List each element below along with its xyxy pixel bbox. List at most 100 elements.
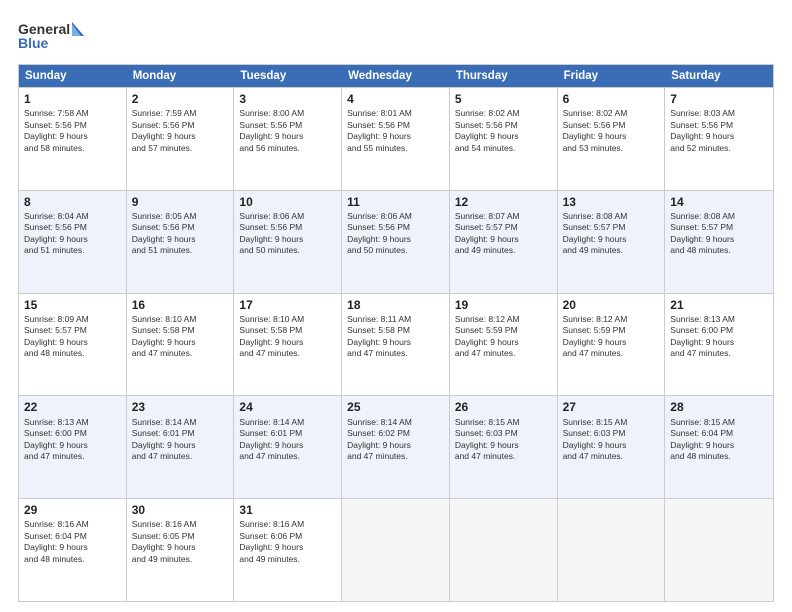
day-info-line: Sunrise: 8:06 AM [347,211,444,222]
calendar-row: 29Sunrise: 8:16 AMSunset: 6:04 PMDayligh… [19,498,773,601]
day-info-line: and 47 minutes. [563,348,660,359]
day-info-line: Daylight: 9 hours [347,131,444,142]
day-info-line: Sunset: 5:56 PM [455,120,552,131]
day-cell: 2Sunrise: 7:59 AMSunset: 5:56 PMDaylight… [127,88,235,190]
day-info-line: Sunset: 5:56 PM [132,120,229,131]
day-info-line: Daylight: 9 hours [563,234,660,245]
day-cell: 31Sunrise: 8:16 AMSunset: 6:06 PMDayligh… [234,499,342,601]
day-cell: 28Sunrise: 8:15 AMSunset: 6:04 PMDayligh… [665,396,773,498]
day-cell: 21Sunrise: 8:13 AMSunset: 6:00 PMDayligh… [665,294,773,396]
calendar-header: SundayMondayTuesdayWednesdayThursdayFrid… [19,65,773,87]
day-number: 23 [132,399,229,415]
day-info-line: and 47 minutes. [347,451,444,462]
day-info-line: and 49 minutes. [239,554,336,565]
calendar-body: 1Sunrise: 7:58 AMSunset: 5:56 PMDaylight… [19,87,773,601]
day-info-line: Sunrise: 8:03 AM [670,108,768,119]
calendar-row: 1Sunrise: 7:58 AMSunset: 5:56 PMDaylight… [19,87,773,190]
day-cell: 18Sunrise: 8:11 AMSunset: 5:58 PMDayligh… [342,294,450,396]
day-info-line: Sunrise: 8:14 AM [132,417,229,428]
day-info-line: Sunset: 5:56 PM [347,222,444,233]
day-info-line: Sunset: 5:56 PM [347,120,444,131]
day-number: 2 [132,91,229,107]
day-info-line: and 47 minutes. [132,348,229,359]
day-info-line: Sunset: 5:56 PM [239,222,336,233]
day-info-line: Sunrise: 8:15 AM [563,417,660,428]
day-number: 22 [24,399,121,415]
day-info-line: Daylight: 9 hours [670,131,768,142]
day-info-line: and 49 minutes. [455,245,552,256]
day-info-line: and 49 minutes. [132,554,229,565]
day-info-line: Daylight: 9 hours [24,440,121,451]
day-info-line: Sunrise: 8:14 AM [239,417,336,428]
day-cell: 13Sunrise: 8:08 AMSunset: 5:57 PMDayligh… [558,191,666,293]
day-info-line: Sunset: 6:01 PM [239,428,336,439]
day-info-line: and 57 minutes. [132,143,229,154]
day-cell: 15Sunrise: 8:09 AMSunset: 5:57 PMDayligh… [19,294,127,396]
day-number: 31 [239,502,336,518]
day-cell: 10Sunrise: 8:06 AMSunset: 5:56 PMDayligh… [234,191,342,293]
day-number: 20 [563,297,660,313]
day-info-line: and 56 minutes. [239,143,336,154]
day-number: 1 [24,91,121,107]
day-info-line: Sunset: 6:00 PM [24,428,121,439]
day-info-line: Daylight: 9 hours [239,337,336,348]
day-info-line: Sunset: 5:56 PM [239,120,336,131]
day-info-line: Sunrise: 8:13 AM [24,417,121,428]
day-info-line: and 50 minutes. [347,245,444,256]
day-number: 28 [670,399,768,415]
day-info-line: Sunset: 5:58 PM [132,325,229,336]
day-cell: 3Sunrise: 8:00 AMSunset: 5:56 PMDaylight… [234,88,342,190]
day-info-line: Sunrise: 8:12 AM [563,314,660,325]
day-info-line: Sunset: 6:03 PM [563,428,660,439]
day-info-line: Daylight: 9 hours [670,440,768,451]
header: GeneralBlue [18,18,774,56]
header-day: Wednesday [342,65,450,87]
day-cell: 8Sunrise: 8:04 AMSunset: 5:56 PMDaylight… [19,191,127,293]
day-cell: 17Sunrise: 8:10 AMSunset: 5:58 PMDayligh… [234,294,342,396]
day-info-line: and 47 minutes. [455,348,552,359]
day-info-line: Sunset: 6:06 PM [239,531,336,542]
day-info-line: and 54 minutes. [455,143,552,154]
empty-cell [665,499,773,601]
day-info-line: Sunrise: 8:16 AM [24,519,121,530]
day-info-line: Sunrise: 8:15 AM [455,417,552,428]
header-day: Monday [127,65,235,87]
day-info-line: Sunrise: 8:13 AM [670,314,768,325]
day-info-line: Sunset: 5:56 PM [670,120,768,131]
day-number: 9 [132,194,229,210]
day-info-line: Sunrise: 8:04 AM [24,211,121,222]
day-cell: 6Sunrise: 8:02 AMSunset: 5:56 PMDaylight… [558,88,666,190]
day-number: 30 [132,502,229,518]
day-number: 24 [239,399,336,415]
day-cell: 24Sunrise: 8:14 AMSunset: 6:01 PMDayligh… [234,396,342,498]
day-info-line: and 53 minutes. [563,143,660,154]
header-day: Tuesday [234,65,342,87]
calendar-row: 22Sunrise: 8:13 AMSunset: 6:00 PMDayligh… [19,395,773,498]
day-info-line: and 48 minutes. [670,245,768,256]
day-cell: 27Sunrise: 8:15 AMSunset: 6:03 PMDayligh… [558,396,666,498]
day-info-line: Sunset: 5:58 PM [239,325,336,336]
day-info-line: and 47 minutes. [670,348,768,359]
day-info-line: Sunset: 6:04 PM [670,428,768,439]
day-info-line: Sunset: 5:57 PM [24,325,121,336]
day-info-line: Daylight: 9 hours [455,234,552,245]
day-info-line: and 47 minutes. [132,451,229,462]
day-cell: 16Sunrise: 8:10 AMSunset: 5:58 PMDayligh… [127,294,235,396]
day-info-line: Sunrise: 7:58 AM [24,108,121,119]
day-info-line: Daylight: 9 hours [239,542,336,553]
day-info-line: Daylight: 9 hours [132,337,229,348]
day-info-line: Sunrise: 8:10 AM [239,314,336,325]
day-cell: 1Sunrise: 7:58 AMSunset: 5:56 PMDaylight… [19,88,127,190]
day-cell: 29Sunrise: 8:16 AMSunset: 6:04 PMDayligh… [19,499,127,601]
day-info-line: Sunrise: 8:07 AM [455,211,552,222]
day-info-line: Sunset: 5:57 PM [670,222,768,233]
day-cell: 23Sunrise: 8:14 AMSunset: 6:01 PMDayligh… [127,396,235,498]
day-number: 25 [347,399,444,415]
calendar: SundayMondayTuesdayWednesdayThursdayFrid… [18,64,774,602]
day-info-line: Sunrise: 8:08 AM [563,211,660,222]
day-info-line: Daylight: 9 hours [563,337,660,348]
day-number: 14 [670,194,768,210]
header-day: Friday [558,65,666,87]
calendar-row: 15Sunrise: 8:09 AMSunset: 5:57 PMDayligh… [19,293,773,396]
day-info-line: Sunrise: 8:09 AM [24,314,121,325]
